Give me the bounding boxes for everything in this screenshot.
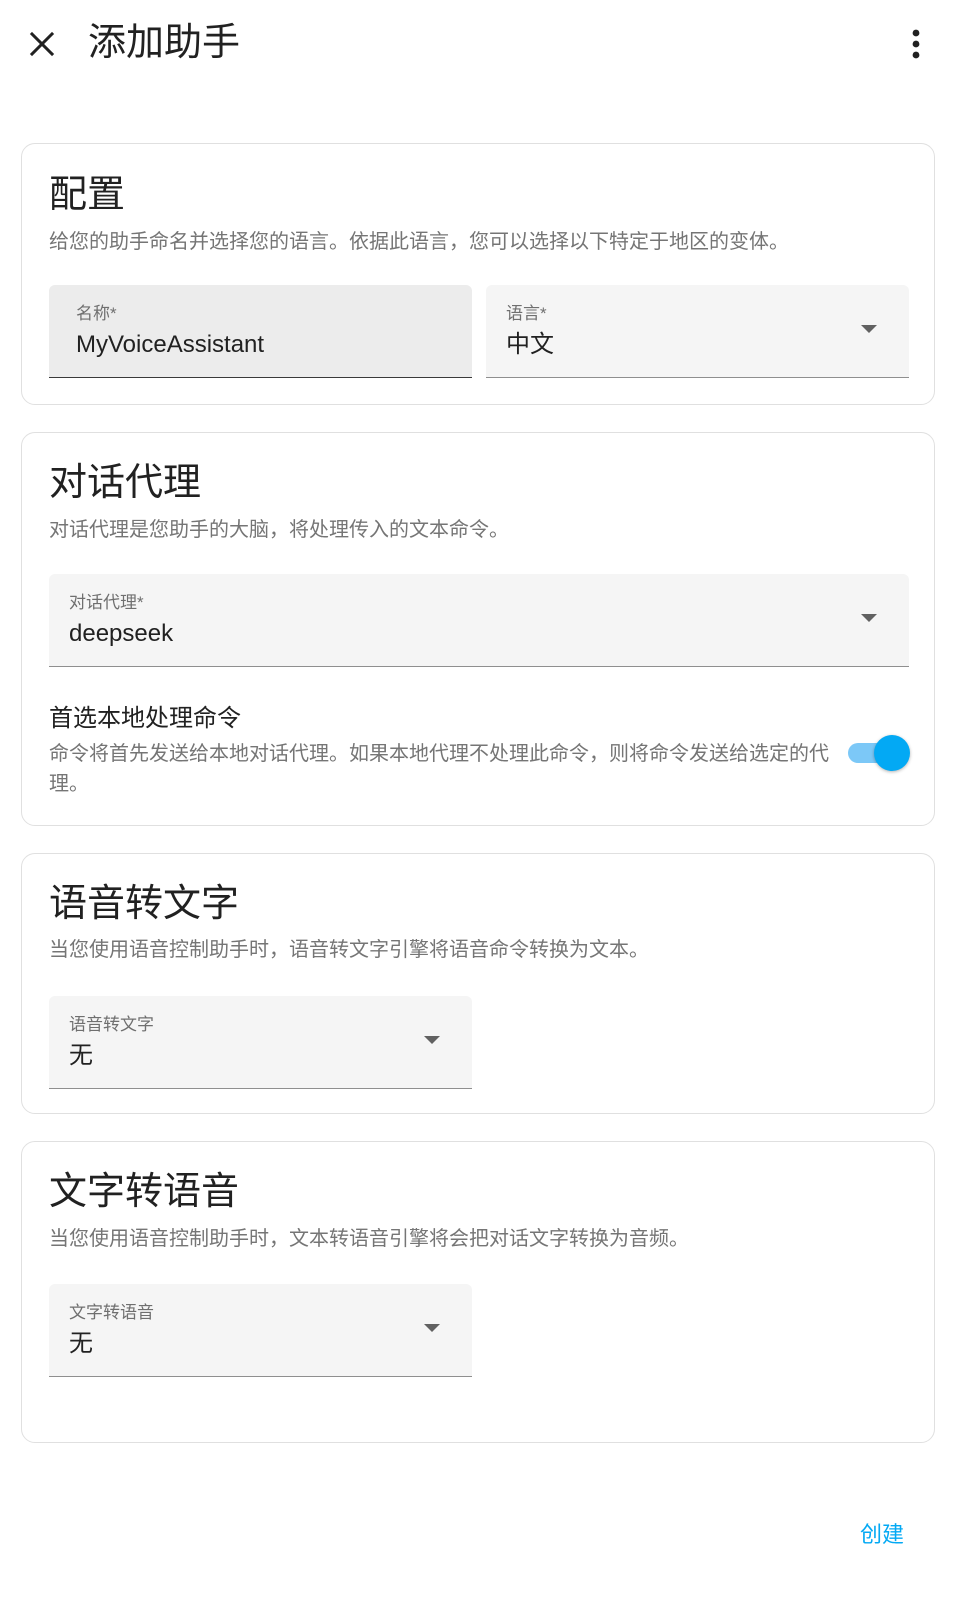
page-title: 添加助手: [88, 22, 241, 64]
toggle-thumb: [874, 735, 910, 771]
tts-select[interactable]: 文字转语音 无: [49, 1284, 472, 1377]
tts-title: 文字转语音: [49, 1171, 240, 1213]
stt-select-label: 语音转文字: [69, 1015, 154, 1034]
config-title: 配置: [49, 174, 126, 216]
stt-title: 语音转文字: [49, 883, 240, 925]
dropdown-arrow-icon: [861, 614, 877, 622]
prefer-local-toggle[interactable]: [848, 735, 910, 771]
more-vertical-icon: [912, 29, 920, 59]
conversation-agent-value: deepseek: [69, 620, 174, 647]
more-options-button[interactable]: [896, 24, 936, 64]
stt-description: 当您使用语音控制助手时，语音转文字引擎将语音命令转换为文本。: [49, 939, 649, 961]
create-button[interactable]: 创建: [846, 1513, 918, 1557]
prefer-local-title: 首选本地处理命令: [49, 705, 241, 732]
config-card: 配置 给您的助手命名并选择您的语言。依据此语言，您可以选择以下特定于地区的变体。…: [21, 143, 935, 405]
tts-card: 文字转语音 当您使用语音控制助手时，文本转语音引擎将会把对话文字转换为音频。 文…: [21, 1141, 935, 1443]
name-input[interactable]: [76, 329, 456, 361]
dropdown-arrow-icon: [861, 325, 877, 333]
tts-select-value: 无: [69, 1330, 93, 1357]
name-field-label: 名称*: [76, 304, 117, 323]
conversation-agent-label: 对话代理*: [69, 593, 144, 612]
language-select-value: 中文: [506, 331, 554, 358]
dialog-header: 添加助手: [0, 0, 975, 90]
language-select-label: 语言*: [506, 304, 547, 323]
stt-card: 语音转文字 当您使用语音控制助手时，语音转文字引擎将语音命令转换为文本。 语音转…: [21, 853, 935, 1114]
conversation-agent-select[interactable]: 对话代理* deepseek: [49, 574, 909, 667]
close-icon: [29, 31, 55, 57]
config-description: 给您的助手命名并选择您的语言。依据此语言，您可以选择以下特定于地区的变体。: [49, 231, 789, 253]
tts-select-label: 文字转语音: [69, 1303, 154, 1322]
stt-select-value: 无: [69, 1042, 93, 1069]
tts-description: 当您使用语音控制助手时，文本转语音引擎将会把对话文字转换为音频。: [49, 1228, 689, 1250]
conversation-title: 对话代理: [49, 462, 202, 504]
language-select[interactable]: 语言* 中文: [486, 285, 909, 378]
stt-select[interactable]: 语音转文字 无: [49, 996, 472, 1089]
close-button[interactable]: [22, 24, 62, 64]
name-field[interactable]: 名称*: [49, 285, 472, 378]
dropdown-arrow-icon: [424, 1324, 440, 1332]
conversation-card: 对话代理 对话代理是您助手的大脑，将处理传入的文本命令。 对话代理* deeps…: [21, 432, 935, 826]
dropdown-arrow-icon: [424, 1036, 440, 1044]
prefer-local-description: 命令将首先发送给本地对话代理。如果本地代理不处理此命令，则将命令发送给选定的代理…: [49, 743, 829, 795]
conversation-description: 对话代理是您助手的大脑，将处理传入的文本命令。: [49, 519, 509, 541]
